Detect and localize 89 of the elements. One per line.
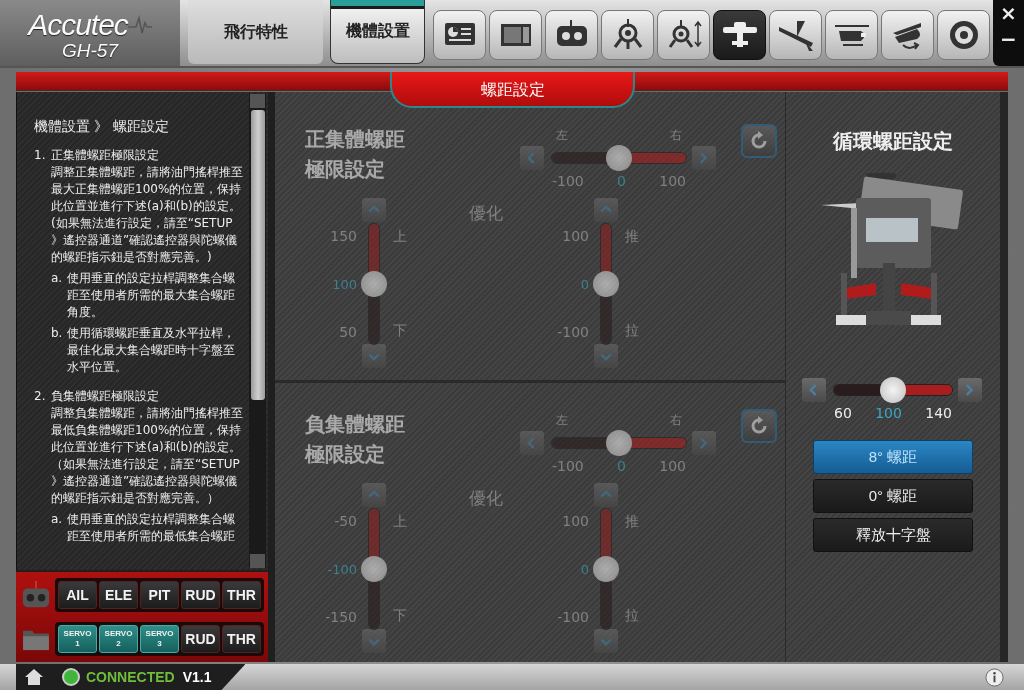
model-label: GH-57 xyxy=(62,40,118,62)
item-letter: a. xyxy=(51,511,64,528)
tick-label: 60 xyxy=(834,405,852,421)
slider-value: 0 xyxy=(617,458,626,474)
slider-value: 0 xyxy=(580,561,589,577)
step-number: 1. xyxy=(34,147,47,164)
toolbar-button[interactable] xyxy=(769,10,822,60)
info-button[interactable] xyxy=(985,667,1004,687)
servo-button[interactable]: SERVO 1 xyxy=(58,625,97,653)
tick-label: 50 xyxy=(339,324,357,340)
direction-label: 左 xyxy=(556,126,568,144)
toolbar-button[interactable] xyxy=(433,10,486,60)
item-letter: a. xyxy=(51,270,64,287)
scrollbar[interactable] xyxy=(249,94,266,568)
toolbar-button[interactable] xyxy=(601,10,654,60)
direction-label: 拉 xyxy=(625,322,639,340)
info-icon xyxy=(985,667,1004,687)
slider-value: 100 xyxy=(332,276,357,292)
direction-label: 推 xyxy=(625,513,639,531)
option-button[interactable]: 釋放十字盤 xyxy=(813,518,973,552)
step-heading: 負集體螺距極限設定 xyxy=(51,388,160,405)
pulse-icon xyxy=(127,15,152,35)
direction-label: 下 xyxy=(393,322,407,340)
tick-label: -100 xyxy=(557,609,589,625)
tick-label: 100 xyxy=(659,173,686,189)
tick-label: -150 xyxy=(325,609,357,625)
option-button[interactable]: 0° 螺距 xyxy=(813,479,973,513)
tick-label: 100 xyxy=(562,228,589,244)
direction-label: 右 xyxy=(670,411,682,429)
channel-button[interactable]: THR xyxy=(222,625,261,653)
optimize-label: 優化 xyxy=(469,487,504,510)
item-text: 使用循環螺距垂直及水平拉桿，最佳化最大集合螺距時十字盤至水平位置。 xyxy=(67,325,236,376)
channel-button[interactable]: RUD xyxy=(181,625,220,653)
breadcrumb: 機體設置 》 螺距設定 xyxy=(34,118,170,135)
option-button[interactable]: 8° 螺距 xyxy=(813,440,973,474)
direction-label: 下 xyxy=(393,607,407,625)
step-heading: 正集體螺距極限設定 xyxy=(51,147,160,164)
toolbar-button[interactable] xyxy=(545,10,598,60)
logo-text: Accutec xyxy=(28,8,128,42)
slider-track[interactable] xyxy=(834,377,952,403)
toolbar-button[interactable] xyxy=(881,10,934,60)
channel-button[interactable]: ELE xyxy=(99,581,138,609)
tick-label: -50 xyxy=(334,513,357,529)
tick-label: -100 xyxy=(552,173,584,189)
close-button[interactable]: × xyxy=(995,0,1022,26)
minimize-button[interactable]: − xyxy=(995,26,1022,52)
optimize-label: 優化 xyxy=(469,202,504,225)
step-text: 調整正集體螺距，請將油門搖桿推至最大正集體螺距100%的位置，保持此位置並進行下述(a)和(b)的設定。(如果無法進行設定，請至“SETUP 》遙控器通道”確認遙控器與陀螺儀的螺距指示鈕是否對應完善。) xyxy=(51,164,243,266)
tick-label: -100 xyxy=(557,324,589,340)
direction-label: 左 xyxy=(556,411,568,429)
channel-button[interactable]: RUD xyxy=(181,581,220,609)
tick-label: 100 xyxy=(562,513,589,529)
tick-label: 150 xyxy=(330,228,357,244)
direction-label: 拉 xyxy=(625,607,639,625)
home-button[interactable] xyxy=(24,668,44,686)
step-number: 2. xyxy=(34,388,47,405)
slider-thumb[interactable] xyxy=(880,377,906,403)
item-text: 使用垂直的設定拉桿調整集合螺距至使用者所需的最大集合螺距角度。 xyxy=(67,270,236,321)
servo-button[interactable]: SERVO 3 xyxy=(140,625,179,653)
channel-button[interactable]: AIL xyxy=(58,581,97,609)
connection-status: CONNECTED xyxy=(86,669,175,685)
page-title: 螺距設定 xyxy=(390,72,635,108)
slider-value: 100 xyxy=(875,405,902,421)
slider-value: 0 xyxy=(580,276,589,292)
slider-value: 0 xyxy=(617,173,626,189)
tab[interactable]: 飛行特性 xyxy=(188,0,323,64)
slider-value: -100 xyxy=(327,561,357,577)
toolbar-button[interactable] xyxy=(825,10,878,60)
section-title: 負集體螺距極限設定 xyxy=(305,411,406,468)
direction-label: 右 xyxy=(670,126,682,144)
panel-title: 循環螺距設定 xyxy=(833,128,953,155)
item-text: 使用垂直的設定拉桿調整集合螺距至使用者所需的最低集合螺距 xyxy=(67,511,236,545)
section-title: 正集體螺距極限設定 xyxy=(305,126,406,183)
tick-label: -100 xyxy=(552,458,584,474)
toolbar-button[interactable] xyxy=(489,10,542,60)
toolbar-button[interactable] xyxy=(937,10,990,60)
direction-label: 推 xyxy=(625,228,639,246)
toolbar-button[interactable] xyxy=(713,10,766,60)
item-letter: b. xyxy=(51,325,64,342)
tab[interactable]: 機體設置 xyxy=(330,0,425,64)
toolbar-button[interactable] xyxy=(657,10,710,60)
servo-button[interactable]: SERVO 2 xyxy=(99,625,138,653)
home-icon xyxy=(24,668,44,686)
tick-label: 140 xyxy=(925,405,952,421)
channel-button[interactable]: PIT xyxy=(140,581,179,609)
tick-label: 100 xyxy=(659,458,686,474)
channel-button[interactable]: THR xyxy=(222,581,261,609)
version-label: V1.1 xyxy=(182,669,212,685)
controller-icon xyxy=(21,580,50,610)
